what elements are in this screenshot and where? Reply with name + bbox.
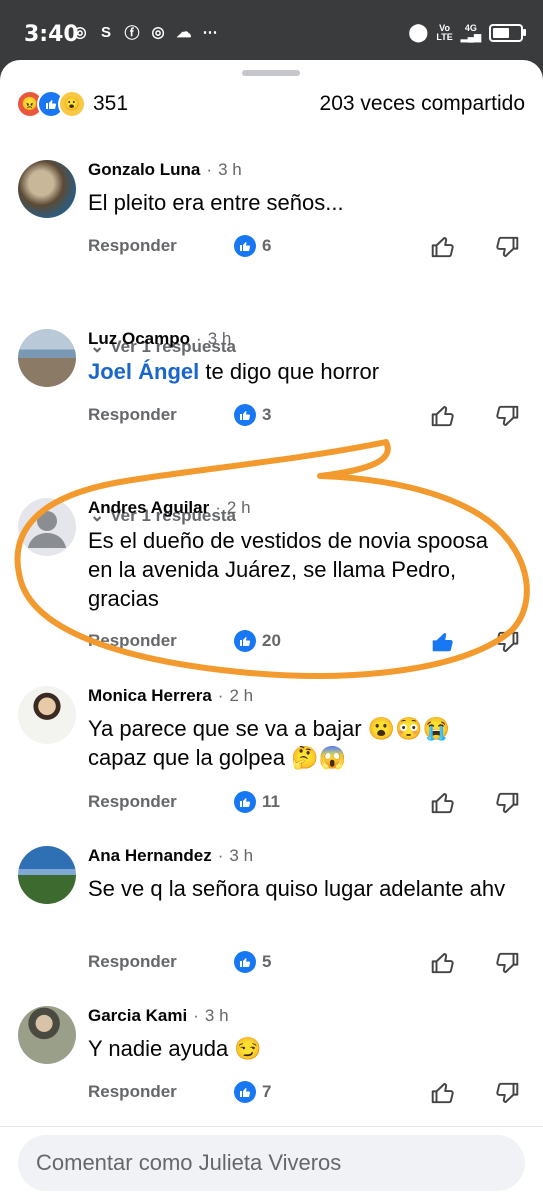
comment-time: 3 h: [204, 1006, 229, 1025]
like-count: 5: [234, 951, 271, 973]
comment-actions: Responder 11: [88, 790, 528, 821]
comment-input[interactable]: [18, 1135, 524, 1191]
thumbs-up-icon[interactable]: [430, 1080, 456, 1111]
cloud-icon: ☁: [176, 24, 192, 41]
comment-text: Ya parece que se va a bajar 😮😳😭 capaz qu…: [88, 716, 450, 770]
comments-sheet: 😠 😮 351 203 veces compartido Gonzalo Lun…: [0, 60, 543, 1200]
s-app-icon: S: [100, 23, 111, 41]
author-name[interactable]: Luz Ocampo: [88, 329, 190, 349]
reply-button[interactable]: Responder: [88, 1082, 177, 1102]
thumbs-down-icon[interactable]: [494, 403, 520, 434]
like-badge-icon: [234, 1081, 256, 1103]
comment-actions: Responder 6: [88, 234, 528, 265]
comment-actions: Responder 3: [88, 403, 528, 434]
avatar[interactable]: [18, 160, 76, 218]
like-count: 3: [234, 404, 271, 426]
signal-icon: 4G ▂▄▆: [460, 22, 481, 42]
comment-composer[interactable]: [18, 1135, 525, 1191]
avatar[interactable]: [18, 686, 76, 744]
drag-handle[interactable]: [242, 70, 300, 76]
notification-icons: ◎ S ⓕ ◎ ☁ ⋯: [70, 22, 220, 42]
location-icon: ⬤: [408, 22, 429, 42]
comment-header: Andres Aguilar · 2 h: [88, 498, 251, 518]
battery-icon: [489, 23, 526, 42]
thumbs-down-icon[interactable]: [494, 1080, 520, 1111]
volte-indicator: Vo LTE: [436, 22, 453, 42]
like-count: 11: [234, 791, 280, 813]
status-bar: 3:40 ◎ S ⓕ ◎ ☁ ⋯ ⬤ Vo LTE 4G ▂▄▆: [0, 0, 543, 62]
comment-header: Gonzalo Luna · 3 h: [88, 160, 242, 180]
thumbs-up-icon[interactable]: [430, 234, 456, 265]
thumbs-down-icon[interactable]: [494, 950, 520, 981]
thumbs-up-icon[interactable]: [430, 403, 456, 434]
author-name[interactable]: Garcia Kami: [88, 1006, 187, 1026]
like-badge-icon: [234, 404, 256, 426]
comment-text: Y nadie ayuda 😏: [88, 1036, 262, 1061]
author-name[interactable]: Ana Hernandez: [88, 846, 212, 866]
facebook-icon: ⓕ: [124, 24, 140, 42]
author-name[interactable]: Andres Aguilar: [88, 498, 209, 518]
avatar[interactable]: [18, 1006, 76, 1064]
comment-text: Es el dueño de vestidos de novia spoosa …: [88, 528, 488, 611]
thumbs-up-icon[interactable]: [430, 790, 456, 821]
comment-header: Monica Herrera · 2 h: [88, 686, 254, 706]
reply-button[interactable]: Responder: [88, 631, 177, 651]
reaction-summary[interactable]: 😠 😮 351 203 veces compartido: [16, 90, 527, 118]
whatsapp-icon: ◎: [151, 24, 165, 41]
comment-header: Ana Hernandez · 3 h: [88, 846, 254, 866]
comment-actions: Responder 7: [88, 1080, 528, 1111]
avatar[interactable]: [18, 846, 76, 904]
system-status: ⬤ Vo LTE 4G ▂▄▆: [408, 22, 526, 43]
comment-time: 3 h: [229, 846, 254, 865]
thumbs-down-icon[interactable]: [494, 790, 520, 821]
comment-header: Garcia Kami · 3 h: [88, 1006, 229, 1026]
whatsapp-icon: ◎: [73, 24, 87, 41]
thumbs-up-icon[interactable]: [430, 950, 456, 981]
composer-divider: [0, 1126, 543, 1127]
mention-link[interactable]: Joel Ángel: [88, 359, 199, 384]
share-count[interactable]: 203 veces compartido: [320, 92, 525, 116]
author-name[interactable]: Gonzalo Luna: [88, 160, 200, 180]
comment-time: 3 h: [207, 329, 232, 348]
comment-time: 2 h: [226, 498, 251, 517]
comment-header: Luz Ocampo · 3 h: [88, 329, 232, 349]
reaction-count: 351: [93, 92, 129, 115]
comment-actions: Responder 5: [88, 950, 528, 981]
reply-button[interactable]: Responder: [88, 236, 177, 256]
reply-button[interactable]: Responder: [88, 405, 177, 425]
thumbs-down-icon[interactable]: [494, 629, 520, 660]
default-avatar[interactable]: [18, 498, 76, 556]
like-badge-icon: [234, 791, 256, 813]
like-badge-icon: [234, 235, 256, 257]
thumbs-up-filled-icon[interactable]: [430, 629, 456, 660]
comment-text: Joel Ángel te digo que horror: [88, 359, 380, 384]
comment-time: 3 h: [218, 160, 242, 179]
more-dots-icon: ⋯: [202, 24, 218, 41]
reaction-icons: 😠 😮: [16, 90, 86, 118]
like-count: 6: [234, 235, 271, 257]
like-badge-icon: [234, 951, 256, 973]
comment-text: Se ve q la señora quiso lugar adelante a…: [88, 876, 506, 901]
thumbs-down-icon[interactable]: [494, 234, 520, 265]
like-count: 20: [234, 630, 281, 652]
comment-time: 2 h: [229, 686, 254, 705]
like-badge-icon: [234, 630, 256, 652]
comment-actions: Responder 20: [88, 629, 528, 660]
comment-text: El pleito era entre seños...: [88, 190, 344, 215]
wow-reaction-icon: 😮: [58, 90, 86, 118]
like-count: 7: [234, 1081, 271, 1103]
reply-button[interactable]: Responder: [88, 952, 177, 972]
reply-button[interactable]: Responder: [88, 792, 177, 812]
author-name[interactable]: Monica Herrera: [88, 686, 212, 706]
avatar[interactable]: [18, 329, 76, 387]
